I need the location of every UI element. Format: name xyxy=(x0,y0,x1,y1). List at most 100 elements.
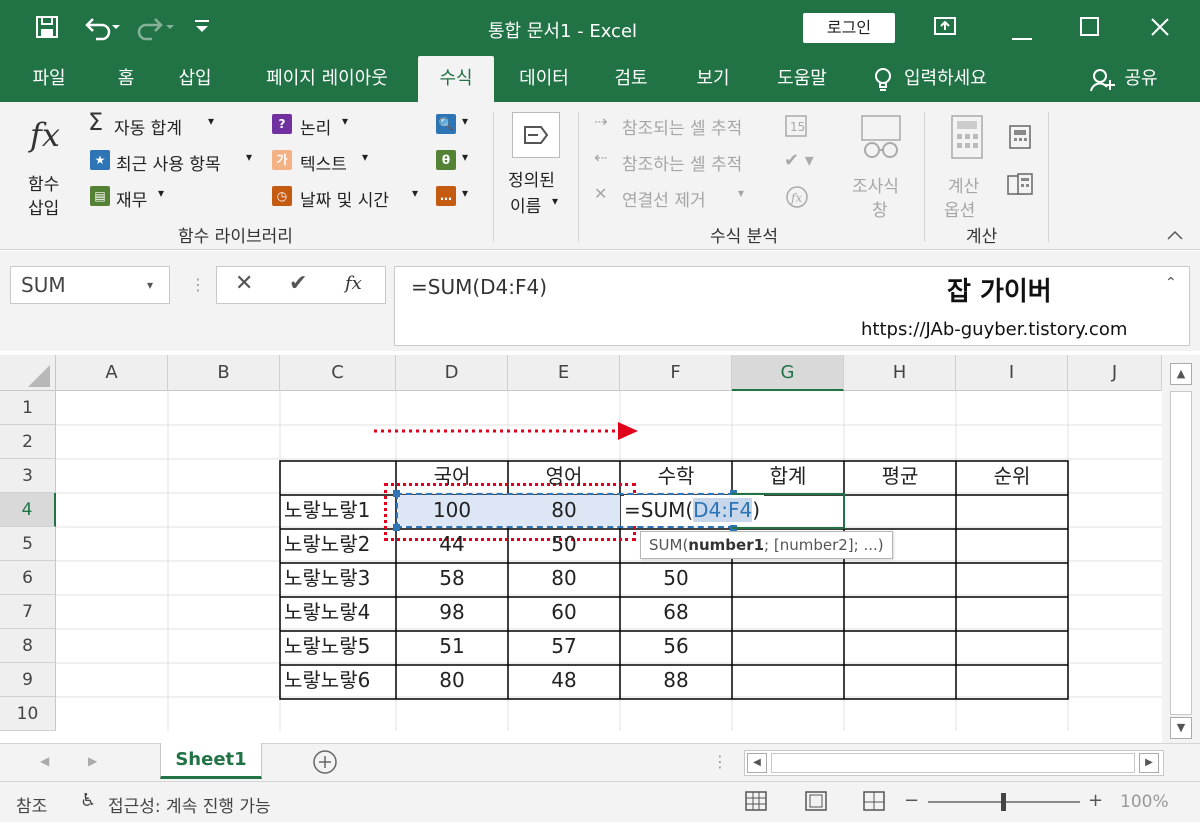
row-header[interactable]: 9 xyxy=(0,663,56,697)
scroll-up-icon[interactable]: ▲ xyxy=(1170,363,1192,385)
column-header[interactable]: D xyxy=(396,355,508,391)
scroll-down-icon[interactable]: ▼ xyxy=(1170,717,1192,739)
column-header[interactable]: J xyxy=(1068,355,1162,391)
score-cell[interactable]: 60 xyxy=(508,595,620,629)
tab-data[interactable]: 데이터 xyxy=(506,56,582,102)
score-cell[interactable]: 80 xyxy=(396,663,508,697)
logical-button[interactable]: ? 논리 ▾ xyxy=(270,110,370,140)
column-header[interactable]: C xyxy=(280,355,396,391)
function-tooltip[interactable]: SUM(number1; [number2]; ...) xyxy=(640,531,893,559)
login-button[interactable]: 로그인 xyxy=(803,13,895,43)
table-header[interactable]: 영어 xyxy=(508,459,620,493)
autosum-button[interactable]: Σ 자동 합계 ▾ xyxy=(86,108,246,140)
score-cell[interactable]: 100 xyxy=(396,493,508,527)
save-icon[interactable] xyxy=(34,14,60,46)
zoom-slider-thumb[interactable] xyxy=(1001,793,1006,811)
formula-input[interactable]: =SUM(D4:F4) 잡 가이버 https://JAb-guyber.tis… xyxy=(394,266,1190,346)
horizontal-scrollbar[interactable]: ◀ ▶ xyxy=(744,750,1164,776)
score-cell[interactable]: 51 xyxy=(396,629,508,663)
tab-view[interactable]: 보기 xyxy=(680,56,746,102)
tab-review[interactable]: 검토 xyxy=(598,56,664,102)
lookup-reference-button[interactable]: 🔍 ▾ xyxy=(434,112,478,138)
calculate-now-icon[interactable] xyxy=(1008,124,1032,154)
scroll-left-icon[interactable]: ◀ xyxy=(747,753,767,773)
vertical-scrollbar[interactable]: ▲ ▼ xyxy=(1162,355,1200,743)
math-trig-button[interactable]: θ ▾ xyxy=(434,148,478,174)
recently-used-button[interactable]: ★ 최근 사용 항목 ▾ xyxy=(86,146,266,176)
score-cell[interactable]: 57 xyxy=(508,629,620,663)
trace-dependents-button[interactable]: ⇠ 참조하는 셀 추적 xyxy=(594,146,774,176)
minimize-icon[interactable] xyxy=(1012,26,1032,47)
page-break-view-icon[interactable] xyxy=(862,790,886,817)
trace-precedents-button[interactable]: ⇢ 참조되는 셀 추적 xyxy=(594,110,774,140)
score-cell[interactable]: 80 xyxy=(508,561,620,595)
accessibility-status[interactable]: 접근성: 계속 진행 가능 xyxy=(108,792,271,817)
watch-window-button[interactable]: 조사식 창 xyxy=(846,108,916,221)
column-header[interactable]: B xyxy=(168,355,280,391)
next-sheet-icon[interactable]: ▶ xyxy=(88,754,97,768)
row-header[interactable]: 2 xyxy=(0,425,56,459)
show-formulas-icon[interactable]: 15 xyxy=(784,114,810,144)
share-label[interactable]: 공유 xyxy=(1118,56,1164,102)
score-cell[interactable]: 50 xyxy=(620,561,732,595)
redo-icon[interactable] xyxy=(134,13,174,46)
tell-me-search[interactable]: 입력하세요 xyxy=(904,56,1020,102)
row-header[interactable]: 6 xyxy=(0,561,56,595)
zoom-in-icon[interactable]: + xyxy=(1088,790,1103,811)
column-header[interactable]: I xyxy=(956,355,1068,391)
select-all-corner[interactable] xyxy=(0,355,56,391)
score-cell[interactable]: 56 xyxy=(620,629,732,663)
maximize-icon[interactable] xyxy=(1080,17,1100,42)
name-cell[interactable]: 노랗노랗5 xyxy=(284,629,396,663)
date-time-button[interactable]: ◷ 날짜 및 시간 ▾ xyxy=(270,182,426,212)
calculate-sheet-icon[interactable] xyxy=(1006,172,1034,202)
row-header[interactable]: 10 xyxy=(0,697,56,731)
tab-help[interactable]: 도움말 xyxy=(764,56,840,102)
table-header[interactable]: 수학 xyxy=(620,459,732,493)
evaluate-formula-icon[interactable]: fx xyxy=(784,184,810,214)
tab-formulas[interactable]: 수식 xyxy=(418,56,494,102)
score-cell[interactable]: 44 xyxy=(396,527,508,561)
collapse-ribbon-icon[interactable] xyxy=(1166,226,1184,245)
score-cell[interactable]: 58 xyxy=(396,561,508,595)
column-header[interactable]: A xyxy=(56,355,168,391)
column-header[interactable]: E xyxy=(508,355,620,391)
name-cell[interactable]: 노랗노랗3 xyxy=(284,561,396,595)
insert-function-button[interactable]: fx 함수 삽입 xyxy=(12,108,82,220)
close-icon[interactable] xyxy=(1150,17,1170,42)
share-person-icon[interactable] xyxy=(1090,68,1116,96)
h-scroll-thumb[interactable] xyxy=(771,753,1135,773)
scroll-thumb[interactable] xyxy=(1170,391,1192,715)
column-header[interactable]: F xyxy=(620,355,732,391)
table-header[interactable]: 합계 xyxy=(732,459,844,493)
in-cell-editor[interactable]: =SUM(D4:F4) xyxy=(624,495,765,525)
column-header-active[interactable]: G xyxy=(732,355,844,391)
score-cell[interactable]: 48 xyxy=(508,663,620,697)
zoom-level[interactable]: 100% xyxy=(1120,792,1169,812)
customize-toolbar-icon[interactable] xyxy=(192,16,212,41)
ribbon-display-icon[interactable] xyxy=(933,15,957,42)
text-function-button[interactable]: 가 텍스트 ▾ xyxy=(270,146,390,176)
score-cell[interactable]: 50 xyxy=(508,527,620,561)
enter-check-icon[interactable]: ✔ xyxy=(289,271,307,296)
financial-button[interactable]: ▤ 재무 ▾ xyxy=(86,182,186,212)
tab-page-layout[interactable]: 페이지 레이아웃 xyxy=(244,56,410,102)
name-cell[interactable]: 노랗노랗4 xyxy=(284,595,396,629)
prev-sheet-icon[interactable]: ◀ xyxy=(40,754,49,768)
add-sheet-icon[interactable] xyxy=(312,749,338,779)
score-cell[interactable]: 88 xyxy=(620,663,732,697)
chevron-down-icon[interactable]: ▾ xyxy=(147,267,153,303)
name-cell[interactable]: 노랗노랗6 xyxy=(284,663,396,697)
zoom-out-icon[interactable]: − xyxy=(904,790,919,811)
score-cell[interactable]: 98 xyxy=(396,595,508,629)
row-header[interactable]: 5 xyxy=(0,527,56,561)
row-header[interactable]: 8 xyxy=(0,629,56,663)
error-checking-icon[interactable]: ✔ ▾ xyxy=(784,150,814,171)
tab-file[interactable]: 파일 xyxy=(12,56,86,102)
row-header[interactable]: 7 xyxy=(0,595,56,629)
page-layout-view-icon[interactable] xyxy=(804,790,828,817)
remove-arrows-button[interactable]: ✕ 연결선 제거 ▾ xyxy=(594,182,764,212)
score-cell[interactable]: 68 xyxy=(620,595,732,629)
expand-formula-icon[interactable]: ⌃ xyxy=(1165,275,1177,291)
tab-insert[interactable]: 삽입 xyxy=(162,56,228,102)
